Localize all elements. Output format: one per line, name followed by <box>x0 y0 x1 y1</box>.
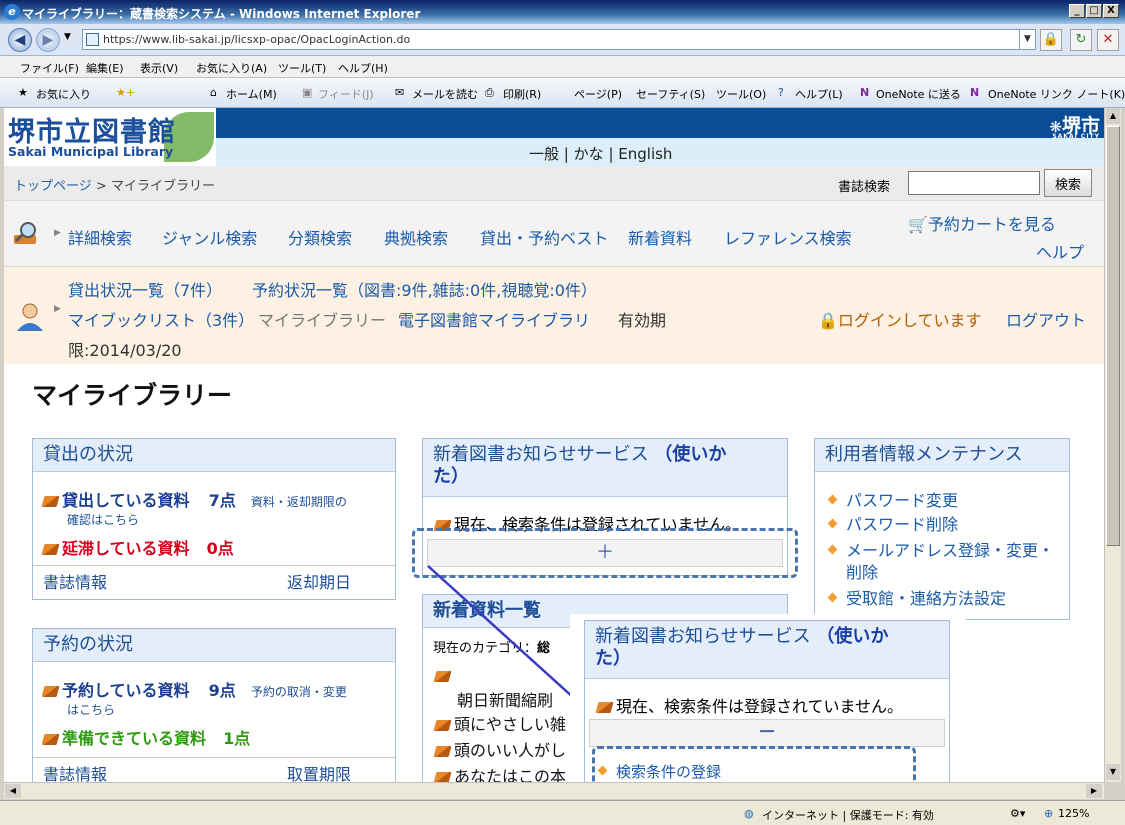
mail-icon[interactable]: ✉ <box>395 86 404 99</box>
book-icon <box>595 702 614 713</box>
zoom-icon: ⊕ <box>1044 807 1054 820</box>
ie-logo-icon: e <box>4 4 20 20</box>
page-icon <box>86 33 99 46</box>
favorites-button[interactable]: お気に入り <box>36 86 91 102</box>
history-dropdown-icon[interactable]: ▼ <box>64 32 71 42</box>
menu-tools[interactable]: ツール(T) <box>278 60 326 76</box>
horizontal-scrollbar[interactable]: ◀ ▶ <box>4 782 1104 799</box>
print-button[interactable]: 印刷(R) <box>503 86 541 102</box>
globe-icon: ◍ <box>744 807 754 820</box>
callout-message-text: 現在、検索条件は登録されていません。 <box>616 697 904 716</box>
scroll-left-icon[interactable]: ◀ <box>5 784 21 798</box>
add-favorite-icon[interactable]: ★+ <box>116 86 135 99</box>
maximize-button[interactable]: □ <box>1086 4 1102 18</box>
zoom-level[interactable]: 125% <box>1058 807 1089 820</box>
minimize-button[interactable]: _ <box>1069 4 1085 18</box>
window-title: マイライブラリー：蔵書検索システム - Windows Internet Exp… <box>22 7 421 21</box>
address-url: https://www.lib-sakai.jp/licsxp-opac/Opa… <box>103 33 411 46</box>
address-toolbar: ◀ ▶ ▼ https://www.lib-sakai.jp/licsxp-op… <box>0 24 1125 56</box>
feed-icon[interactable]: ▣ <box>302 86 312 99</box>
home-button[interactable]: ホーム(M) <box>226 86 277 102</box>
print-icon[interactable]: ⎙ <box>485 86 494 100</box>
scroll-right-icon[interactable]: ▶ <box>1086 784 1102 798</box>
onenote-icon[interactable]: N <box>860 86 869 99</box>
callout-howto-link[interactable]: （使いか <box>816 626 888 647</box>
status-bar: ◍ インターネット | 保護モード: 有効 ⚙▾ ⊕ 125% <box>0 800 1125 825</box>
help-menu-button[interactable]: ヘルプ(L) <box>795 86 843 102</box>
menu-bar: ファイル(F) 編集(E) 表示(V) お気に入り(A) ツール(T) ヘルプ(… <box>0 56 1125 78</box>
scroll-up-icon[interactable]: ▲ <box>1106 108 1120 124</box>
command-bar: ★ お気に入り ★+ ⌂ ホーム(M) ▣ フィード(J) ✉ メールを読む ⎙… <box>0 78 1125 108</box>
back-icon[interactable]: ◀ <box>8 28 32 52</box>
home-icon[interactable]: ⌂ <box>210 86 217 99</box>
favorites-star-icon[interactable]: ★ <box>18 86 28 99</box>
page-viewport: 堺市立図書館 Sakai Municipal Library ❋堺市 SAKAI… <box>4 108 1104 782</box>
callout-title: 新着図書お知らせサービス （使いか た） <box>585 621 949 679</box>
menu-help[interactable]: ヘルプ(H) <box>338 60 388 76</box>
callout-overlay: 新着図書お知らせサービス （使いか た） 現在、検索条件は登録されていません。 … <box>570 614 966 782</box>
onenote-send-button[interactable]: OneNote に送る <box>876 86 961 102</box>
scroll-down-icon[interactable]: ▼ <box>1106 764 1120 780</box>
menu-edit[interactable]: 編集(E) <box>86 60 124 76</box>
menu-view[interactable]: 表示(V) <box>140 60 178 76</box>
address-field[interactable]: https://www.lib-sakai.jp/licsxp-opac/Opa… <box>82 29 1036 50</box>
close-window-button[interactable]: X <box>1103 4 1119 18</box>
collapse-minus-button[interactable]: － <box>589 719 945 747</box>
vertical-scrollbar[interactable]: ▲ ▼ <box>1104 108 1121 782</box>
callout-title-text: 新着図書お知らせサービス <box>595 626 811 647</box>
tools-menu-button[interactable]: ツール(O) <box>716 86 766 102</box>
menu-favorites[interactable]: お気に入り(A) <box>196 60 267 76</box>
stop-icon[interactable]: ✕ <box>1097 29 1119 51</box>
feed-button[interactable]: フィード(J) <box>318 86 374 102</box>
safety-menu-button[interactable]: セーフティ(S) <box>636 86 705 102</box>
security-icon[interactable]: ⚙▾ <box>1010 807 1025 820</box>
page-menu-button[interactable]: ページ(P) <box>574 86 622 102</box>
callout-howto-link-2[interactable]: た） <box>595 648 631 669</box>
zone-status[interactable]: インターネット | 保護モード: 有効 <box>762 807 934 823</box>
window-titlebar: e マイライブラリー：蔵書検索システム - Windows Internet E… <box>0 0 1125 24</box>
help-circle-icon[interactable]: ? <box>778 86 784 99</box>
onenote-link-button[interactable]: OneNote リンク ノート(K) <box>988 86 1125 102</box>
callout-message: 現在、検索条件は登録されていません。 <box>595 693 904 717</box>
highlight-register-area <box>592 746 916 782</box>
scroll-thumb[interactable] <box>1106 126 1120 546</box>
refresh-icon[interactable]: ↻ <box>1070 29 1092 51</box>
forward-icon[interactable]: ▶ <box>36 28 60 52</box>
onenote-link-icon[interactable]: N <box>970 86 979 99</box>
mail-button[interactable]: メールを読む <box>412 86 478 102</box>
lock-icon[interactable]: 🔒 <box>1040 29 1062 51</box>
address-dropdown-icon[interactable]: ▼ <box>1019 30 1035 49</box>
menu-file[interactable]: ファイル(F) <box>20 60 79 76</box>
